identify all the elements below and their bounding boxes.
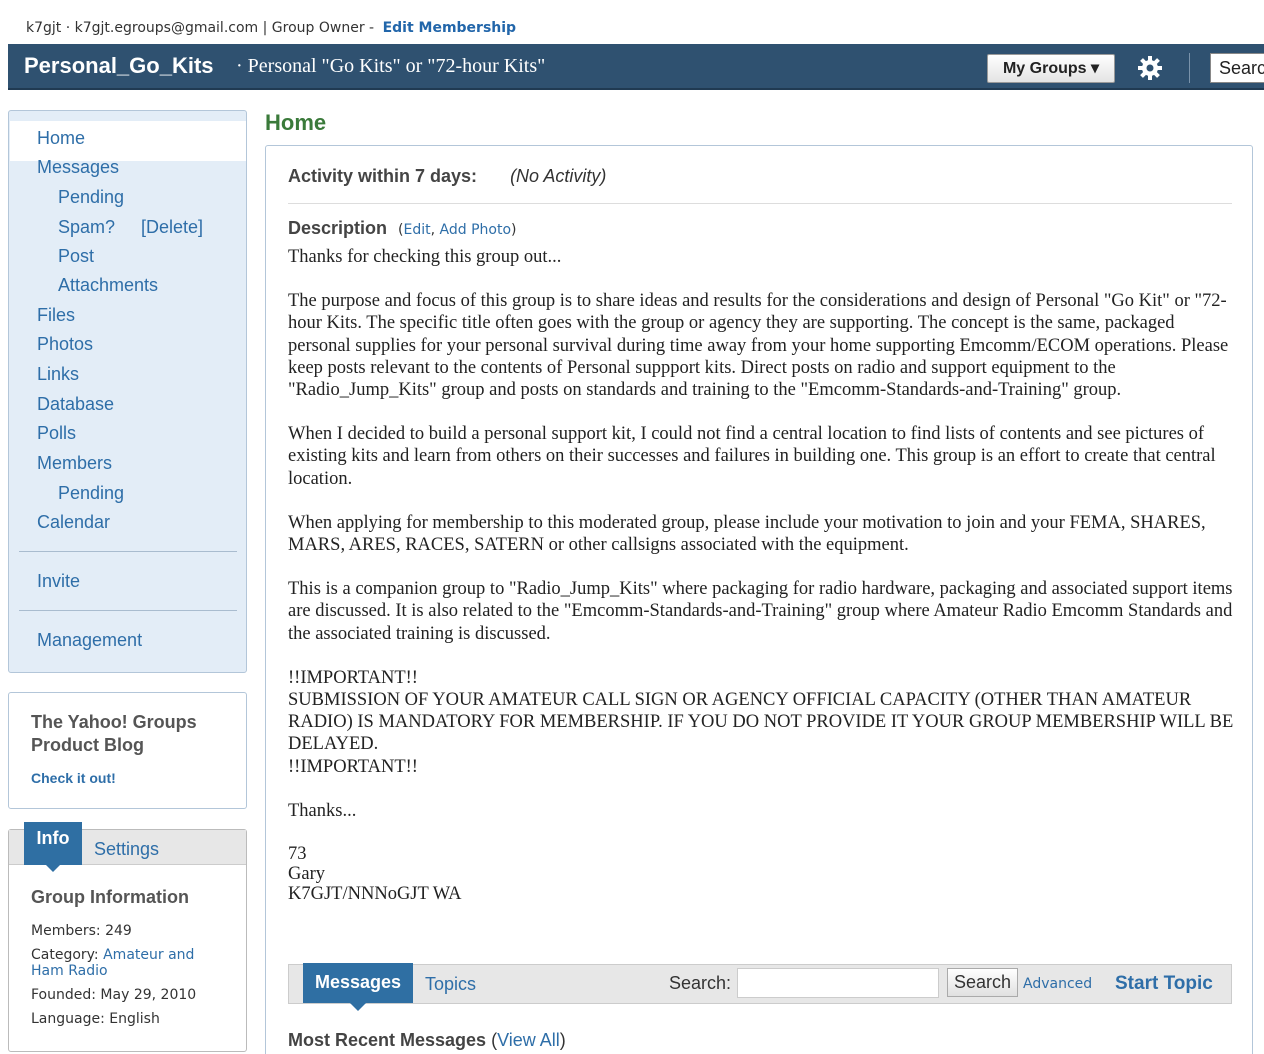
gear-icon[interactable] xyxy=(1136,54,1164,82)
sidebar-item-links[interactable]: Links xyxy=(37,364,79,385)
tab-topics[interactable]: Topics xyxy=(425,974,476,995)
members-count-row: Members: 249 xyxy=(31,923,132,939)
group-title-bar: Personal_Go_Kits · Personal "Go Kits" or… xyxy=(8,44,1264,90)
edit-description-link[interactable]: Edit xyxy=(404,222,431,238)
description-paragraph: This is a companion group to "Radio_Jump… xyxy=(288,579,1233,644)
sidebar-item-members-pending[interactable]: Pending xyxy=(58,483,124,504)
sidebar-item-attachments[interactable]: Attachments xyxy=(58,275,158,296)
tab-info[interactable]: Info xyxy=(24,822,82,872)
group-information-heading: Group Information xyxy=(31,887,189,907)
sidebar-item-files[interactable]: Files xyxy=(37,305,75,326)
sidebar-item-polls[interactable]: Polls xyxy=(37,423,76,444)
description-paragraph: When I decided to build a personal suppo… xyxy=(288,424,1216,489)
important-notice: !!IMPORTANT!! SUBMISSION OF YOUR AMATEUR… xyxy=(288,667,1234,777)
message-search-input[interactable] xyxy=(737,968,939,998)
page-title: Home xyxy=(265,110,327,135)
user-role: Group Owner xyxy=(271,20,365,36)
activity-row: Activity within 7 days: (No Activity) xyxy=(288,166,606,187)
edit-membership-link[interactable]: Edit Membership xyxy=(383,20,517,36)
my-groups-button[interactable]: My Groups ▾ xyxy=(987,54,1115,83)
sidebar-item-photos[interactable]: Photos xyxy=(37,334,93,355)
message-search-button[interactable]: Search xyxy=(947,968,1018,997)
user-bar: k7gjt · k7gjt.egroups@gmail.com | Group … xyxy=(26,20,517,36)
members-count: 249 xyxy=(105,923,132,939)
description-heading: Description (Edit, Add Photo) xyxy=(288,218,517,238)
main-content-panel: Activity within 7 days: (No Activity) De… xyxy=(265,145,1253,1054)
sidebar-item-members[interactable]: Members xyxy=(37,453,112,474)
header-divider xyxy=(1189,53,1190,83)
sidebar-item-database[interactable]: Database xyxy=(37,394,114,415)
language-value: English xyxy=(109,1011,160,1027)
sidebar-item-messages[interactable]: Messages xyxy=(37,157,119,178)
blog-title: The Yahoo! Groups Product Blog xyxy=(31,712,197,755)
group-description: · Personal "Go Kits" or "72-hour Kits" xyxy=(236,55,546,77)
sidebar-item-messages-pending[interactable]: Pending xyxy=(58,187,124,208)
sidebar-nav: Home Messages Pending Spam? [Delete] Pos… xyxy=(8,110,247,673)
founded-row: Founded: May 29, 2010 xyxy=(31,987,197,1003)
signature: 73 Gary K7GJT/NNNoGJT WA xyxy=(288,844,462,905)
sidebar-item-spam[interactable]: Spam? xyxy=(58,217,115,238)
description-paragraph: When applying for membership to this mod… xyxy=(288,512,1206,556)
start-topic-link[interactable]: Start Topic xyxy=(1115,973,1213,995)
activity-value: (No Activity) xyxy=(510,166,607,186)
user-email: k7gjt.egroups@gmail.com xyxy=(74,20,259,36)
category-row: Category: Amateur and Ham Radio xyxy=(31,947,195,979)
most-recent-messages-heading: Most Recent Messages (View All) xyxy=(288,1030,566,1050)
blog-check-it-out-link[interactable]: Check it out! xyxy=(31,770,116,786)
advanced-search-link[interactable]: Advanced xyxy=(1023,976,1092,992)
group-description-body: Thanks for checking this group out... Th… xyxy=(288,246,1238,926)
yahoo-groups-blog-box: The Yahoo! Groups Product Blog Check it … xyxy=(8,692,247,809)
tab-messages[interactable]: Messages xyxy=(303,963,413,1011)
sidebar-item-invite[interactable]: Invite xyxy=(37,571,80,592)
group-info-panel: Info Settings Group Information Members:… xyxy=(8,822,247,1052)
language-row: Language: English xyxy=(31,1011,160,1027)
add-photo-link[interactable]: Add Photo xyxy=(440,222,512,238)
description-paragraph: Thanks... xyxy=(288,800,357,821)
sidebar-item-management[interactable]: Management xyxy=(37,630,142,651)
founded-date: May 29, 2010 xyxy=(100,987,197,1003)
messages-tab-bar: Messages Topics Search: Search Advanced … xyxy=(288,963,1232,1011)
view-all-link[interactable]: View All xyxy=(497,1030,560,1050)
sidebar-item-spam-delete[interactable]: [Delete] xyxy=(141,217,203,238)
group-name[interactable]: Personal_Go_Kits xyxy=(24,53,214,79)
sidebar-divider xyxy=(19,610,237,611)
sidebar-item-home[interactable]: Home xyxy=(37,128,85,149)
divider xyxy=(288,203,1232,204)
info-tab-bar: Info Settings xyxy=(9,822,246,872)
sidebar-divider xyxy=(19,551,237,552)
tab-settings[interactable]: Settings xyxy=(94,839,159,860)
description-paragraph: The purpose and focus of this group is t… xyxy=(288,291,1229,401)
header-search-input[interactable]: Searc xyxy=(1210,53,1264,83)
sidebar-item-calendar[interactable]: Calendar xyxy=(37,512,110,533)
description-paragraph: Thanks for checking this group out... xyxy=(288,247,562,267)
sidebar-item-post[interactable]: Post xyxy=(58,246,94,267)
message-search-label: Search: xyxy=(669,973,732,993)
activity-label: Activity within 7 days: xyxy=(288,166,478,186)
username: k7gjt xyxy=(26,20,62,36)
